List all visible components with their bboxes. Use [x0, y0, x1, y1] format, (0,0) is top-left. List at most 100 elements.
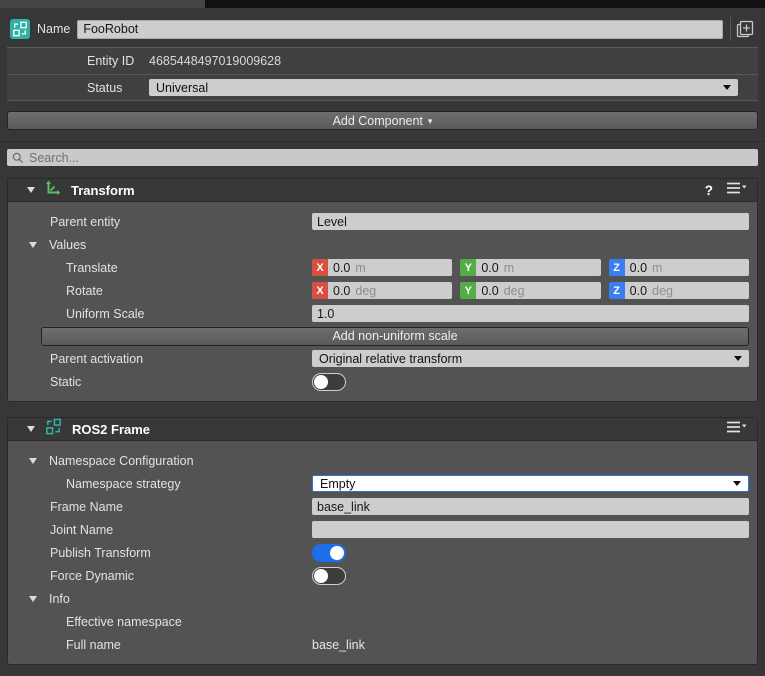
- full-name-value: base_link: [312, 637, 365, 652]
- rotate-row: Rotate X 0.0 deg Y 0.0 deg Z 0.0 deg: [8, 279, 757, 302]
- joint-name-row: Joint Name: [8, 518, 757, 541]
- collapse-caret-icon[interactable]: [29, 457, 37, 464]
- parent-activation-row: Parent activation Original relative tran…: [8, 347, 757, 370]
- parent-entity-label: Parent entity: [50, 214, 121, 229]
- uniform-scale-input[interactable]: [312, 305, 749, 322]
- collapse-caret-icon[interactable]: [29, 595, 37, 602]
- pin-inspector-icon: [736, 20, 754, 37]
- transform-header[interactable]: Transform ?: [8, 179, 757, 202]
- transform-body: Parent entity Values Translate X 0.0 m: [8, 202, 757, 401]
- joint-name-input[interactable]: [312, 521, 749, 538]
- namespace-strategy-value: Empty: [320, 476, 356, 491]
- translate-y-unit: m: [503, 260, 515, 275]
- axis-z-chip: Z: [608, 259, 625, 276]
- hamburger-menu-icon: [727, 421, 747, 432]
- hamburger-menu-icon: [727, 182, 747, 193]
- pin-inspector-button[interactable]: [730, 17, 758, 41]
- rotate-y-unit: deg: [503, 283, 525, 298]
- parent-entity-input[interactable]: [312, 213, 749, 230]
- ros2-frame-title: ROS2 Frame: [72, 421, 151, 437]
- ros2-component-icon: [10, 19, 30, 39]
- rotate-z-value: 0.0: [629, 283, 648, 298]
- ros2-frame-icon: [45, 418, 62, 440]
- chevron-down-icon: [723, 85, 731, 90]
- entity-id-value: 4685448497019009628: [149, 54, 282, 68]
- help-button[interactable]: ?: [705, 183, 713, 198]
- parent-entity-row: Parent entity: [8, 210, 757, 233]
- translate-z-field[interactable]: Z 0.0 m: [608, 259, 749, 276]
- rotate-y-field[interactable]: Y 0.0 deg: [460, 282, 601, 299]
- publish-transform-toggle[interactable]: [312, 543, 346, 562]
- panel-tab-strip: [0, 0, 765, 8]
- search-box[interactable]: [7, 149, 758, 166]
- uniform-scale-label: Uniform Scale: [66, 306, 145, 321]
- search-input[interactable]: [29, 150, 753, 165]
- search-icon: [12, 152, 24, 163]
- effective-namespace-row: Effective namespace: [8, 610, 757, 633]
- frame-name-row: Frame Name: [8, 495, 757, 518]
- chevron-down-icon: [733, 481, 741, 486]
- frame-name-input[interactable]: [312, 498, 749, 515]
- parent-activation-dropdown[interactable]: Original relative transform: [312, 350, 749, 367]
- effective-namespace-label: Effective namespace: [66, 614, 182, 629]
- entity-id-row: Entity ID 4685448497019009628: [7, 48, 758, 74]
- entity-id-label: Entity ID: [87, 54, 135, 68]
- rotate-x-field[interactable]: X 0.0 deg: [312, 282, 453, 299]
- chevron-down-icon: [734, 356, 742, 361]
- static-label: Static: [50, 374, 82, 389]
- namespace-strategy-dropdown[interactable]: Empty: [312, 475, 749, 492]
- toggle-knob: [330, 545, 344, 560]
- translate-x-value: 0.0: [333, 260, 351, 275]
- add-component-button[interactable]: Add Component ▾: [7, 111, 758, 130]
- component-menu-button[interactable]: [726, 420, 747, 439]
- rotate-z-field[interactable]: Z 0.0 deg: [608, 282, 749, 299]
- transform-icon: [45, 180, 61, 201]
- inspector-content: Name Entity ID 4685448497019009628 Statu…: [0, 15, 765, 665]
- force-dynamic-toggle[interactable]: [312, 566, 346, 585]
- values-group-label: Values: [49, 237, 87, 252]
- force-dynamic-row: Force Dynamic: [8, 564, 757, 587]
- parent-activation-label: Parent activation: [50, 351, 144, 366]
- collapse-caret-icon[interactable]: [27, 426, 35, 432]
- force-dynamic-label: Force Dynamic: [50, 568, 135, 583]
- add-non-uniform-scale-button[interactable]: Add non-uniform scale: [41, 326, 749, 346]
- entity-summary-card: Entity ID 4685448497019009628 Status Uni…: [7, 47, 758, 101]
- status-label: Status: [87, 80, 123, 95]
- rotate-x-unit: deg: [355, 283, 377, 298]
- axis-z-chip: Z: [608, 282, 625, 299]
- rotate-y-value: 0.0: [481, 283, 499, 298]
- joint-name-label: Joint Name: [50, 522, 114, 537]
- translate-x-unit: m: [355, 260, 366, 275]
- uniform-scale-row: Uniform Scale: [8, 302, 757, 325]
- translate-row: Translate X 0.0 m Y 0.0 m Z 0.0 m: [8, 256, 757, 279]
- component-menu-button[interactable]: [726, 181, 747, 200]
- rotate-label: Rotate: [66, 283, 103, 298]
- axis-y-chip: Y: [460, 282, 477, 299]
- transform-component-card: Transform ? Parent entity Level Values T…: [7, 178, 758, 402]
- non-uniform-scale-row: Add non-uniform scale: [8, 325, 757, 347]
- publish-transform-row: Publish Transform: [8, 541, 757, 564]
- panel-tab[interactable]: [0, 0, 205, 8]
- translate-y-field[interactable]: Y 0.0 m: [460, 259, 601, 276]
- status-dropdown[interactable]: Universal: [149, 79, 738, 96]
- full-name-label: Full name: [66, 637, 121, 652]
- values-group-row: Values: [8, 233, 757, 256]
- namespace-strategy-label: Namespace strategy: [66, 476, 181, 491]
- status-dropdown-value: Universal: [156, 80, 209, 95]
- translate-x-field[interactable]: X 0.0 m: [312, 259, 453, 276]
- status-row: Status Universal: [7, 74, 758, 100]
- translate-label: Translate: [66, 260, 118, 275]
- translate-z-unit: m: [652, 260, 663, 275]
- rotate-x-value: 0.0: [333, 283, 351, 298]
- add-non-uniform-scale-label: Add non-uniform scale: [332, 329, 458, 343]
- translate-y-value: 0.0: [481, 260, 499, 275]
- frame-name-label: Frame Name: [50, 499, 123, 514]
- collapse-caret-icon[interactable]: [27, 187, 35, 193]
- ros2-frame-header[interactable]: ROS2 Frame: [8, 418, 757, 441]
- toggle-knob: [314, 374, 328, 389]
- info-group-label: Info: [49, 591, 70, 606]
- static-toggle[interactable]: [312, 372, 346, 391]
- collapse-caret-icon[interactable]: [29, 241, 37, 248]
- axis-y-chip: Y: [460, 259, 477, 276]
- name-input[interactable]: [77, 19, 723, 39]
